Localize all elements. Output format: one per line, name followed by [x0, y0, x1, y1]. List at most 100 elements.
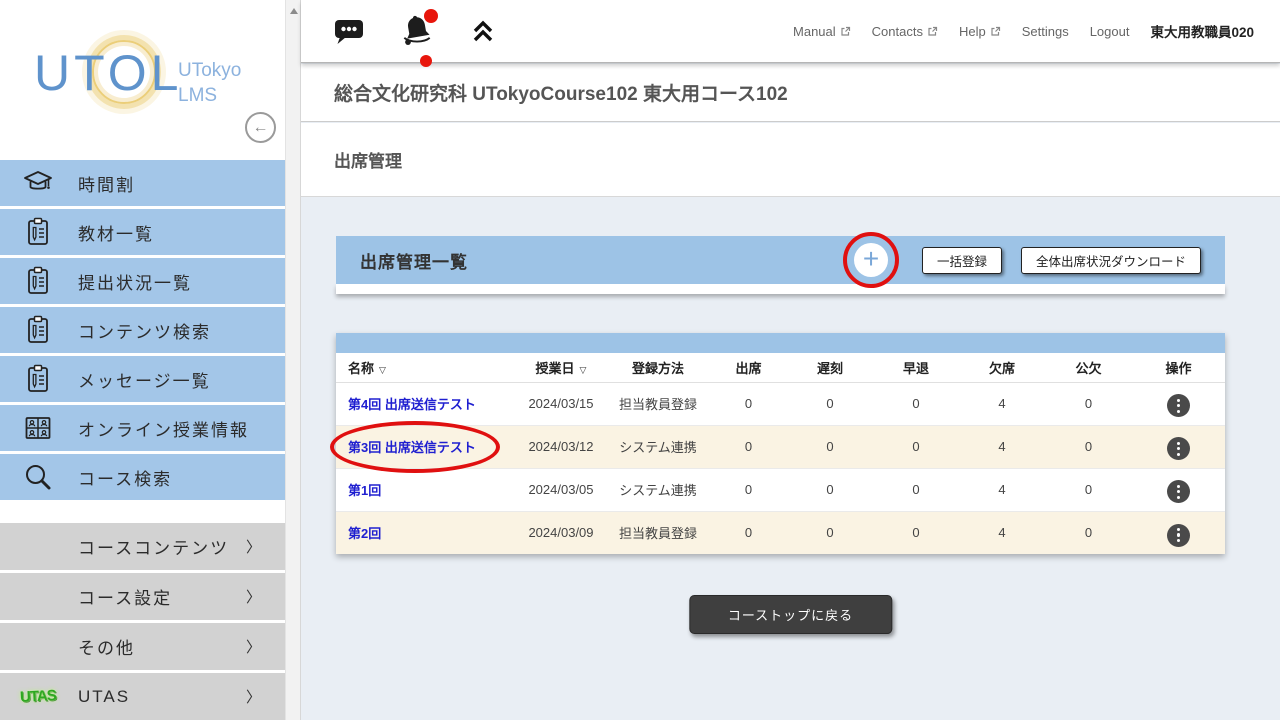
chat-bubble-icon[interactable]	[333, 17, 365, 45]
attendance-item-link[interactable]: 第1回	[348, 483, 381, 498]
settings-link-label: Settings	[1022, 24, 1069, 39]
row-actions-kebab-button[interactable]	[1167, 437, 1190, 460]
panel-buttons: 一括登録 全体出席状況ダウンロード	[922, 247, 1201, 274]
sidebar-item-label: コンテンツ検索	[78, 318, 211, 343]
sidebar-item-label: 提出状況一覧	[78, 269, 192, 294]
present-count: 0	[710, 382, 787, 425]
chevron-right-icon: 〉	[246, 636, 261, 657]
video-grid-icon	[20, 410, 56, 446]
class-date: 2024/03/05	[516, 468, 606, 511]
sidebar-item-label: 時間割	[78, 171, 135, 196]
table-top-strip	[336, 333, 1225, 353]
logout-link[interactable]: Logout	[1090, 24, 1130, 39]
registration-method: 担当教員登録	[606, 382, 710, 425]
manual-link-label: Manual	[793, 24, 836, 39]
icon-spacer	[20, 629, 56, 665]
scroll-up-arrow-icon[interactable]	[290, 8, 298, 14]
page-title-bar: 出席管理	[301, 123, 1280, 197]
utas-logo: UTAS	[20, 679, 56, 715]
class-date: 2024/03/12	[516, 425, 606, 468]
early-leave-count: 0	[873, 425, 959, 468]
help-link[interactable]: Help	[959, 24, 1001, 39]
topbar-links: Manual Contacts Help Settings Logout 東大用…	[793, 21, 1254, 41]
col-header-registration-method: 登録方法	[606, 353, 710, 382]
absent-count: 4	[959, 511, 1045, 554]
chevron-right-icon: 〉	[246, 536, 261, 557]
sort-down-icon: ▽	[580, 365, 587, 375]
excused-count: 0	[1045, 511, 1132, 554]
sidebar-collapse-button[interactable]: ←	[245, 112, 276, 143]
row-actions-kebab-button[interactable]	[1167, 480, 1190, 503]
add-attendance-annotated: +	[843, 232, 899, 288]
sidebar-item-course-contents[interactable]: コースコンテンツ 〉	[0, 523, 285, 570]
return-to-course-top-button[interactable]: コーストップに戻る	[689, 595, 892, 634]
plus-icon: +	[863, 245, 879, 273]
present-count: 0	[710, 425, 787, 468]
attendance-item-link[interactable]: 第3回 出席送信テスト	[348, 440, 476, 455]
sidebar-item-course-settings[interactable]: コース設定 〉	[0, 573, 285, 620]
clipboard-icon	[20, 263, 56, 299]
late-count: 0	[787, 468, 873, 511]
logo-sub-line2: LMS	[178, 83, 241, 108]
early-leave-count: 0	[873, 382, 959, 425]
attendance-item-link[interactable]: 第4回 出席送信テスト	[348, 397, 476, 412]
row-actions-kebab-button[interactable]	[1167, 524, 1190, 547]
icon-spacer	[20, 529, 56, 565]
row-actions-kebab-button[interactable]	[1167, 394, 1190, 417]
sidebar-scrollbar[interactable]	[285, 0, 301, 720]
table-row: 第2回 2024/03/09 担当教員登録 0 0 0 4 0	[336, 511, 1225, 554]
magnifier-icon	[20, 459, 56, 495]
sidebar: UTOL UTokyo LMS ← 時間割 教材一覧 提出状況一覧 コンテンツ検…	[0, 0, 285, 720]
col-header-absent: 欠席	[959, 353, 1045, 382]
settings-link[interactable]: Settings	[1022, 24, 1069, 39]
logo-sub-line1: UTokyo	[178, 58, 241, 83]
topbar: Manual Contacts Help Settings Logout 東大用…	[301, 0, 1280, 63]
absent-count: 4	[959, 468, 1045, 511]
late-count: 0	[787, 425, 873, 468]
sidebar-item-others[interactable]: その他 〉	[0, 623, 285, 670]
bulk-register-button[interactable]: 一括登録	[922, 247, 1002, 274]
sidebar-item-message-list[interactable]: メッセージ一覧	[0, 356, 285, 402]
sidebar-item-timetable[interactable]: 時間割	[0, 160, 285, 206]
table-row: 第1回 2024/03/05 システム連携 0 0 0 4 0	[336, 468, 1225, 511]
attendance-panel-header: 出席管理一覧 + 一括登録 全体出席状況ダウンロード	[336, 236, 1225, 284]
download-all-attendance-button[interactable]: 全体出席状況ダウンロード	[1021, 247, 1201, 274]
col-header-class-date[interactable]: 授業日▽	[516, 353, 606, 382]
course-title: 総合文化研究科 UTokyoCourse102 東大用コース102	[334, 79, 788, 106]
col-header-actions: 操作	[1132, 353, 1225, 382]
sidebar-item-submission-status[interactable]: 提出状況一覧	[0, 258, 285, 304]
sidebar-item-utas[interactable]: UTAS UTAS 〉	[0, 673, 285, 720]
registration-method: システム連携	[606, 468, 710, 511]
username: 東大用教職員020	[1150, 21, 1254, 41]
utol-logo: UTOL	[34, 44, 182, 102]
col-header-name[interactable]: 名称▽	[336, 353, 516, 382]
absent-count: 4	[959, 382, 1045, 425]
sidebar-item-label: オンライン授業情報	[78, 416, 249, 441]
excused-count: 0	[1045, 468, 1132, 511]
class-date: 2024/03/09	[516, 511, 606, 554]
sidebar-item-online-class-info[interactable]: オンライン授業情報	[0, 405, 285, 451]
chevron-right-icon: 〉	[246, 686, 261, 707]
red-dot-annotation	[420, 55, 432, 67]
sidebar-item-content-search[interactable]: コンテンツ検索	[0, 307, 285, 353]
graduation-cap-icon	[20, 165, 56, 201]
help-link-label: Help	[959, 24, 986, 39]
icon-spacer	[20, 579, 56, 615]
sidebar-item-course-search[interactable]: コース検索	[0, 454, 285, 500]
late-count: 0	[787, 511, 873, 554]
main-area: Manual Contacts Help Settings Logout 東大用…	[301, 0, 1280, 720]
attendance-item-link[interactable]: 第2回	[348, 526, 381, 541]
utol-logo-subtitle: UTokyo LMS	[178, 58, 241, 108]
contacts-link[interactable]: Contacts	[872, 24, 938, 39]
sidebar-item-materials[interactable]: 教材一覧	[0, 209, 285, 255]
late-count: 0	[787, 382, 873, 425]
double-chevron-up-icon[interactable]	[469, 17, 497, 45]
manual-link[interactable]: Manual	[793, 24, 851, 39]
present-count: 0	[710, 468, 787, 511]
add-attendance-button[interactable]: +	[854, 243, 888, 277]
clipboard-icon	[20, 361, 56, 397]
sidebar-item-label: その他	[78, 634, 135, 659]
sidebar-item-label: 教材一覧	[78, 220, 154, 245]
chevron-right-icon: 〉	[246, 586, 261, 607]
notification-bell-icon[interactable]	[399, 13, 435, 49]
